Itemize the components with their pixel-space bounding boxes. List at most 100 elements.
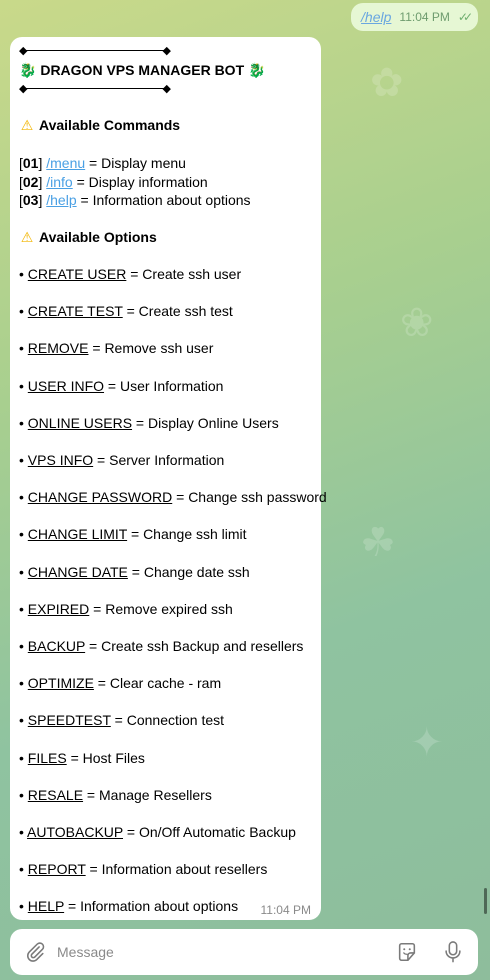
bot-message-time: 11:04 PM <box>260 903 311 917</box>
option-name: BACKUP <box>27 638 86 654</box>
option-name: FILES <box>27 749 67 766</box>
warning-icon: ⚠ <box>20 229 34 245</box>
command-link[interactable]: /help <box>46 192 76 208</box>
background-doodle: ✿ <box>370 61 404 105</box>
option-description: = Display Online Users <box>132 414 279 431</box>
bullet: • <box>19 749 28 766</box>
command-item: [01] /menu = Display menu <box>19 155 186 171</box>
dragon-icon: 🐉 <box>248 62 266 78</box>
option-name: VPS INFO <box>27 452 94 468</box>
command-number: 02 <box>22 173 39 190</box>
option-description: = User Information <box>104 377 224 394</box>
dragon-icon: 🐉 <box>19 62 37 78</box>
commands-heading: ⚠ Available Commands <box>20 117 181 133</box>
bullet: • <box>19 266 28 282</box>
option-item: • VPS INFO = Server Information <box>19 452 224 468</box>
option-name: REMOVE <box>27 340 89 357</box>
bot-title: 🐉 DRAGON VPS MANAGER BOT 🐉 <box>19 62 265 79</box>
divider: ◆ ◆ <box>19 83 171 95</box>
option-name: EXPIRED <box>27 600 90 617</box>
bullet: • <box>19 526 28 543</box>
option-item: • CHANGE PASSWORD = Change ssh password <box>19 489 327 505</box>
option-description: = On/Off Automatic Backup <box>123 824 296 840</box>
option-description: = Remove expired ssh <box>89 600 233 617</box>
bullet: • <box>19 712 28 729</box>
bullet: • <box>19 638 28 654</box>
outgoing-message[interactable]: /help 11:04 PM ✓✓ <box>351 3 478 31</box>
option-name: CREATE USER <box>27 266 127 282</box>
bot-message[interactable]: ◆ ◆ 🐉 DRAGON VPS MANAGER BOT 🐉 ◆ ◆ ⚠ Availa… <box>10 37 327 920</box>
command-number: 03 <box>22 192 39 208</box>
command-number: 01 <box>22 155 39 171</box>
bullet: • <box>19 600 28 617</box>
message-input-bar: Message <box>10 929 478 975</box>
bullet: • <box>19 377 28 394</box>
option-name: USER INFO <box>27 377 105 394</box>
command-description: = Information about options <box>76 192 251 208</box>
option-item: • REMOVE = Remove ssh user <box>19 340 213 356</box>
bullet: • <box>19 303 28 320</box>
bullet: • <box>19 861 28 878</box>
option-description: = Change ssh limit <box>127 526 247 543</box>
option-description: = Connection test <box>110 712 225 729</box>
option-description: = Information about resellers <box>85 861 268 878</box>
option-item: • CHANGE LIMIT = Change ssh limit <box>19 526 247 542</box>
option-name: ONLINE USERS <box>27 414 133 431</box>
option-description: = Host Files <box>66 749 145 766</box>
option-name: SPEEDTEST <box>27 712 111 729</box>
background-doodle: ☘ <box>360 521 396 565</box>
option-name: AUTOBACKUP <box>27 824 123 840</box>
command-description: = Display information <box>72 173 208 190</box>
bullet: • <box>19 563 28 580</box>
option-item: • REPORT = Information about resellers <box>19 861 267 877</box>
paperclip-icon[interactable] <box>24 941 46 963</box>
option-description: = Create ssh test <box>122 303 233 320</box>
bullet: • <box>19 675 28 692</box>
option-item: • EXPIRED = Remove expired ssh <box>19 601 233 617</box>
bullet: • <box>19 489 28 506</box>
option-description: = Create ssh Backup and resellers <box>85 638 304 654</box>
outgoing-time: 11:04 PM <box>399 10 450 24</box>
option-description: = Information about options <box>64 898 239 915</box>
option-item: • ONLINE USERS = Display Online Users <box>19 415 279 431</box>
option-description: = Clear cache - ram <box>93 675 222 692</box>
option-name: CHANGE DATE <box>27 563 128 580</box>
option-item: • SPEEDTEST = Connection test <box>19 712 224 728</box>
bullet: • <box>19 786 28 803</box>
background-doodle: ✦ <box>410 721 444 765</box>
command-item: [02] /info = Display information <box>19 173 208 190</box>
bullet: • <box>19 452 28 468</box>
option-description: = Create ssh user <box>126 266 242 282</box>
command-description: = Display menu <box>85 155 186 171</box>
option-name: REPORT <box>27 861 86 878</box>
option-description: = Change ssh password <box>172 489 327 506</box>
bullet: • <box>19 898 28 915</box>
option-name: HELP <box>27 898 65 915</box>
option-name: RESALE <box>27 786 84 803</box>
divider: ◆ ◆ <box>19 45 171 57</box>
bullet: • <box>19 414 28 431</box>
option-item: • OPTIMIZE = Clear cache - ram <box>19 675 221 691</box>
command-item: [03] /help = Information about options <box>19 192 251 208</box>
outgoing-command-link[interactable]: /help <box>361 9 391 25</box>
background-doodle: ❀ <box>400 301 434 345</box>
option-description: = Server Information <box>93 452 225 468</box>
message-input[interactable]: Message <box>57 944 114 960</box>
options-heading: ⚠ Available Options <box>20 229 157 245</box>
bullet: • <box>19 824 28 840</box>
command-link[interactable]: /info <box>46 174 72 190</box>
microphone-icon[interactable] <box>442 940 464 964</box>
double-check-icon: ✓✓ <box>457 10 473 24</box>
option-item: • CREATE TEST = Create ssh test <box>19 303 233 319</box>
command-link[interactable]: /menu <box>46 155 85 171</box>
option-item: • BACKUP = Create ssh Backup and reselle… <box>19 638 303 654</box>
option-item: • AUTOBACKUP = On/Off Automatic Backup <box>19 824 296 840</box>
option-name: CREATE TEST <box>27 303 123 320</box>
option-description: = Remove ssh user <box>88 340 214 357</box>
option-name: CHANGE LIMIT <box>27 526 128 543</box>
option-item: • USER INFO = User Information <box>19 378 223 394</box>
sticker-icon[interactable] <box>396 941 418 963</box>
chat-scrollbar[interactable] <box>484 888 487 914</box>
option-item: • FILES = Host Files <box>19 750 145 766</box>
option-item: • CHANGE DATE = Change date ssh <box>19 564 250 580</box>
